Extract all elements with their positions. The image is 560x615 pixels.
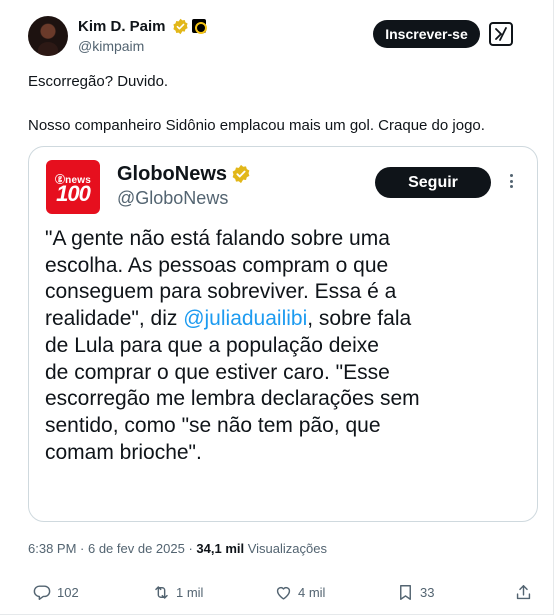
subscribe-button[interactable]: Inscrever-se	[373, 20, 480, 48]
retweet-count: 1 mil	[176, 584, 204, 600]
action-bar: 102 1 mil 4 mil 33	[0, 580, 554, 604]
quoted-text-line: escorregão me lembra declarações sem	[45, 387, 420, 411]
author-handle[interactable]: @kimpaim	[78, 38, 144, 54]
quoted-author-handle[interactable]: @GloboNews	[117, 188, 228, 209]
meta-separator: ·	[184, 541, 197, 556]
author-name[interactable]: Kim D. Paim	[78, 18, 166, 35]
tweet-time[interactable]: 6:38 PM	[28, 541, 76, 556]
retweet-icon	[155, 585, 168, 599]
logo-number-text: 100	[56, 181, 91, 206]
tweet-date[interactable]: 6 de fev de 2025	[88, 541, 185, 556]
verified-gold-badge-icon	[232, 164, 250, 184]
heart-icon	[276, 586, 291, 600]
tweet-card: Kim D. Paim @kimpaim Inscrever-se Escorr…	[0, 0, 554, 615]
quoted-text-line: de Lula para que a população deixe	[45, 333, 379, 357]
retweet-button[interactable]: 1 mil	[152, 580, 203, 604]
quoted-author-name[interactable]: GloboNews	[117, 163, 227, 186]
quoted-text-line: "A gente não está falando sobre uma	[45, 227, 390, 250]
quoted-text-line: conseguem para sobreviver. Essa é a	[45, 280, 397, 304]
quoted-text-line: de comprar o que estiver caro. "Esse	[45, 360, 390, 384]
mention-link[interactable]: @juliaduailibi	[183, 307, 307, 330]
avatar[interactable]	[28, 16, 68, 56]
meta-separator: ·	[76, 541, 88, 556]
share-button[interactable]	[514, 580, 533, 604]
quoted-tweet[interactable]: ⓖnews 100 GloboNews @GloboNews Seguir "A…	[28, 146, 538, 522]
views-label: Visualizações	[244, 541, 327, 556]
quoted-text-line: comam brioche".	[45, 440, 202, 464]
bookmark-icon	[400, 584, 411, 600]
like-button[interactable]: 4 mil	[274, 580, 325, 604]
bookmark-count: 33	[420, 584, 435, 600]
quoted-text-line: realidade", diz @juliaduailibi, sobre fa…	[45, 306, 515, 333]
views-count: 34,1 mil	[196, 541, 245, 556]
reply-icon	[33, 584, 51, 600]
reply-button[interactable]: 102	[33, 580, 79, 604]
quoted-tweet-text: "A gente não está falando sobre uma esco…	[45, 226, 515, 466]
grok-icon[interactable]	[489, 22, 513, 46]
globonews-logo[interactable]: ⓖnews 100	[46, 160, 100, 214]
share-icon	[516, 584, 531, 599]
tweet-meta: 6:38 PM · 6 de fev de 2025 · 34,1 mil Vi…	[28, 541, 327, 556]
affiliate-badge-icon[interactable]	[192, 19, 207, 34]
quoted-text-line: sentido, como "se não tem pão, que	[45, 413, 381, 437]
more-options-icon[interactable]	[505, 171, 517, 191]
tweet-text-line-2: Nosso companheiro Sidônio emplacou mais …	[28, 117, 485, 134]
tweet-text-line-1: Escorregão? Duvido.	[28, 73, 169, 90]
follow-button[interactable]: Seguir	[375, 167, 491, 198]
verified-badge-icon	[173, 18, 188, 35]
bookmark-button[interactable]: 33	[396, 580, 434, 604]
quoted-text-line: escolha. As pessoas compram o que	[45, 253, 389, 277]
quoted-text-fragment: , sobre fala	[307, 307, 412, 331]
like-count: 4 mil	[298, 584, 326, 600]
quoted-text-fragment: realidade", diz	[45, 307, 184, 331]
reply-count: 102	[57, 584, 79, 600]
